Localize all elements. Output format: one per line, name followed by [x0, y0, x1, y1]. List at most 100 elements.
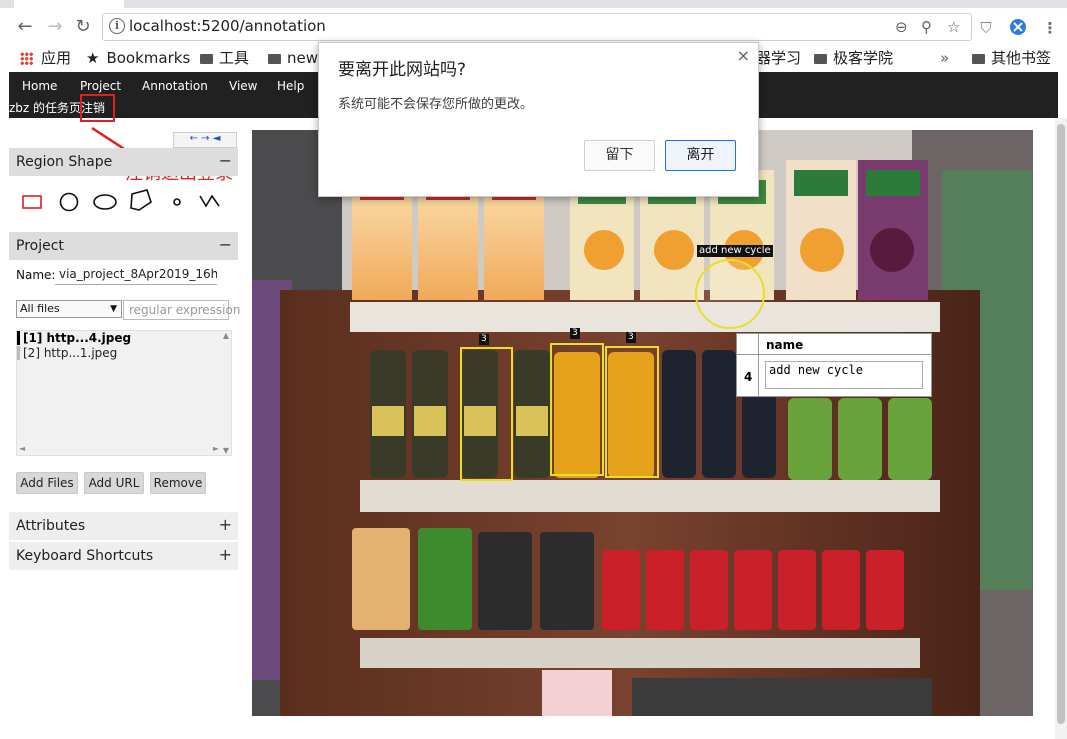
address-bar[interactable]: i localhost:5200/annotation ⊖ ⚲ ☆ [102, 13, 972, 41]
circle-shape-icon[interactable] [57, 190, 81, 214]
folder-icon [814, 54, 827, 64]
apps-grid-icon [20, 52, 33, 65]
rectangle-shape-icon[interactable] [21, 192, 45, 212]
add-url-button[interactable]: Add URL [84, 472, 144, 494]
expand-icon[interactable]: + [219, 545, 232, 565]
info-icon[interactable]: i [109, 18, 125, 34]
attr-column-header: name [766, 338, 804, 352]
region-label-1: 3 [479, 334, 489, 345]
bookmark-folder-tools[interactable]: 工具 [200, 47, 249, 69]
annotation-canvas[interactable]: 3 3 3 add new cycle [252, 130, 1033, 716]
star-icon: ★ [86, 49, 100, 67]
region-circle[interactable] [692, 256, 768, 332]
region-shape-tools [9, 176, 238, 230]
bookmarks-overflow[interactable]: » [940, 47, 949, 69]
close-icon[interactable]: × [737, 47, 750, 65]
active-file-marker [17, 331, 20, 345]
logout-highlight-box [80, 94, 115, 122]
polygon-shape-icon[interactable] [127, 186, 155, 214]
attributes-title: Attributes [16, 518, 86, 534]
file-list-hscroll[interactable]: ◄ ► [17, 444, 221, 455]
extension-icon[interactable] [1008, 18, 1028, 38]
expand-icon[interactable]: + [219, 515, 232, 535]
page-vertical-scrollbar[interactable] [1055, 118, 1067, 739]
file-filter-value: All files [20, 302, 60, 315]
pin-icon[interactable]: ⚲ [921, 17, 932, 37]
region-box-3[interactable] [605, 346, 659, 478]
regex-placeholder: regular expression [129, 303, 241, 317]
url-text[interactable]: localhost:5200/annotation [129, 16, 326, 36]
file-marker [17, 346, 20, 360]
scroll-right-icon[interactable]: ► [213, 444, 219, 453]
ellipse-shape-icon[interactable] [91, 190, 119, 214]
shield-extension-icon[interactable]: ⛉ [976, 18, 996, 38]
file-list[interactable]: [1] http...4.jpeg [2] http...1.jpeg ▲ ▼ … [16, 330, 232, 456]
table-divider [737, 354, 931, 355]
attr-name-textarea[interactable]: add new cycle [765, 361, 923, 389]
tab-strip [0, 0, 1067, 8]
region-box-1[interactable] [460, 347, 513, 481]
bookmark-ml[interactable]: 器学习 [756, 47, 801, 69]
browser-toolbar: ← → ↻ i localhost:5200/annotation ⊖ ⚲ ☆ … [0, 8, 1067, 44]
region-label-2: 3 [570, 328, 580, 339]
folder-icon [200, 54, 213, 64]
project-header[interactable]: Project − [9, 232, 238, 260]
add-files-button[interactable]: Add Files [16, 472, 78, 494]
regex-filter-input[interactable]: regular expression [123, 300, 240, 320]
menu-view[interactable]: View [229, 78, 257, 94]
dropdown-arrow-icon: ▼ [110, 304, 117, 314]
menu-annotation[interactable]: Annotation [142, 78, 208, 94]
file-filter-select[interactable]: All files ▼ [16, 300, 122, 318]
file-item-2[interactable]: [2] http...1.jpeg [23, 346, 117, 360]
menu-project[interactable]: Project [80, 78, 121, 94]
bookmark-folder-new[interactable]: new [268, 47, 318, 69]
keyboard-shortcuts-header[interactable]: Keyboard Shortcuts + [9, 542, 238, 570]
leave-button[interactable]: 离开 [665, 140, 736, 171]
bookmark-apps[interactable]: 应用 [20, 47, 71, 69]
region-label-3: 3 [626, 332, 636, 343]
menu-home[interactable]: Home [22, 78, 57, 94]
remove-button[interactable]: Remove [150, 472, 206, 494]
bookmark-folder-jike[interactable]: 极客学院 [814, 47, 893, 69]
left-panel: ← → ◄ Region Shape − Project − Name: via… [9, 128, 240, 578]
forward-arrow-icon[interactable]: → [44, 16, 66, 38]
region-shape-title: Region Shape [16, 154, 113, 170]
scroll-up-icon[interactable]: ▲ [221, 331, 231, 340]
user-task-page-link[interactable]: zbz 的任务页 [9, 101, 81, 115]
zoom-icon[interactable]: ⊖ [895, 17, 908, 37]
folder-icon [268, 54, 281, 64]
scroll-left-icon[interactable]: ◄ [19, 444, 25, 453]
more-menu-icon[interactable]: ⋮ [1040, 18, 1060, 38]
region-shape-header[interactable]: Region Shape − [9, 148, 238, 176]
reload-icon[interactable]: ↻ [72, 16, 94, 38]
point-shape-icon[interactable] [167, 190, 187, 214]
region-attribute-popup: name 4 add new cycle [736, 333, 932, 397]
folder-icon [972, 54, 985, 64]
file-list-vscroll[interactable]: ▲ ▼ [221, 331, 231, 455]
scrollbar-thumb[interactable] [1057, 124, 1065, 724]
file-item-1[interactable]: [1] http...4.jpeg [23, 331, 131, 345]
bookmark-star-icon[interactable]: ☆ [947, 17, 960, 37]
project-name-input[interactable]: via_project_8Apr2019_16h3 [55, 264, 217, 285]
collapse-icon[interactable]: − [219, 151, 232, 171]
circle-region-label: add new cycle [697, 245, 773, 257]
stay-button[interactable]: 留下 [584, 140, 655, 171]
dialog-title: 要离开此网站吗? [338, 60, 467, 80]
active-tab[interactable] [14, 0, 124, 8]
attributes-header[interactable]: Attributes + [9, 512, 238, 540]
project-name-label: Name: [16, 268, 56, 282]
menu-help[interactable]: Help [277, 78, 304, 94]
project-title: Project [16, 238, 64, 254]
bookmark-bookmarks[interactable]: ★ Bookmarks [86, 47, 190, 69]
bookmark-folder-other[interactable]: 其他书签 [972, 47, 1051, 69]
image-nav-arrows[interactable]: ← → ◄ [173, 132, 237, 148]
collapse-icon[interactable]: − [219, 235, 232, 255]
attr-row-id: 4 [744, 370, 753, 384]
dialog-message: 系统可能不会保存您所做的更改。 [338, 97, 534, 112]
keyboard-shortcuts-title: Keyboard Shortcuts [16, 548, 154, 564]
table-divider [758, 334, 759, 396]
polyline-shape-icon[interactable] [197, 188, 223, 212]
region-box-2[interactable] [550, 343, 604, 476]
scroll-down-icon[interactable]: ▼ [221, 446, 231, 455]
back-arrow-icon[interactable]: ← [14, 16, 36, 38]
